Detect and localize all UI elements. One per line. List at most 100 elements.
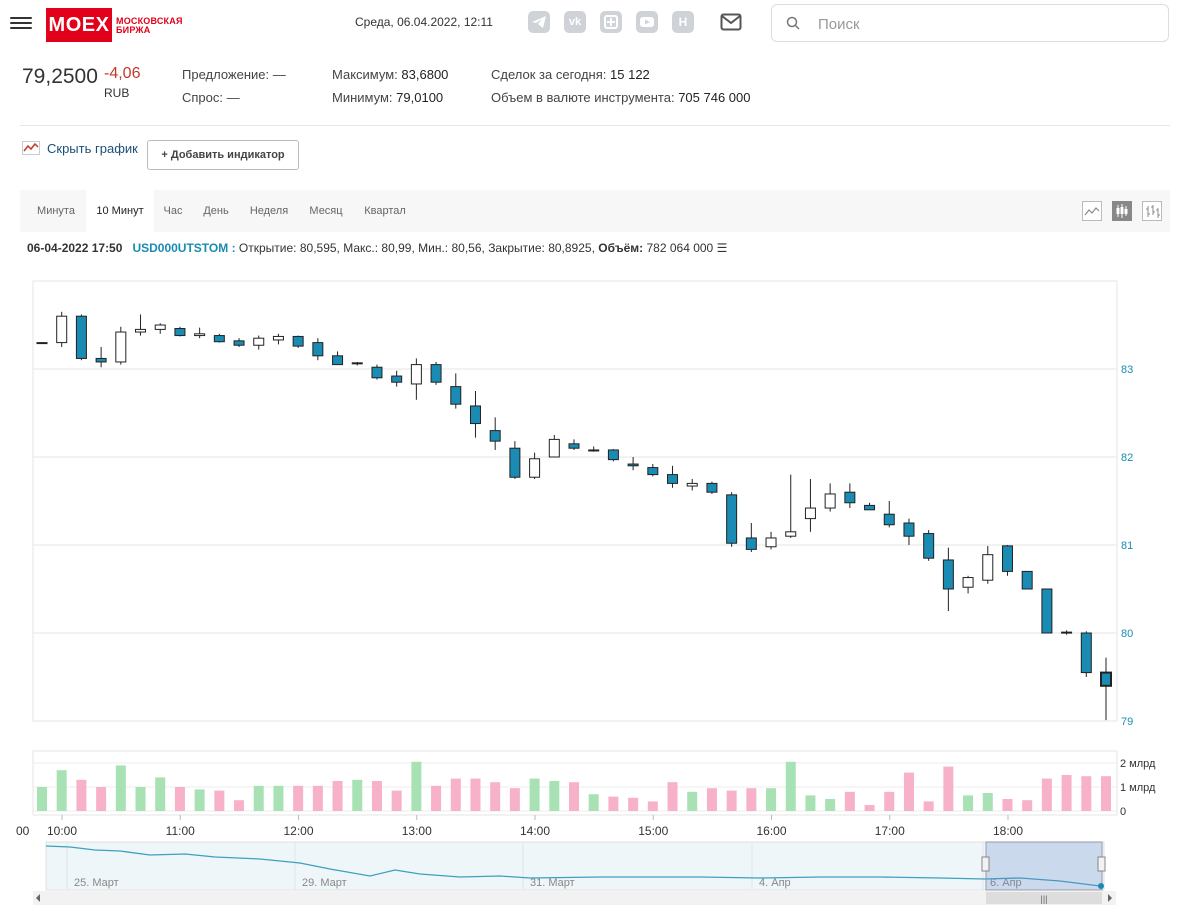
candle-body	[529, 458, 541, 478]
search-input[interactable]	[816, 13, 1140, 35]
y-tick-label: 82	[1121, 452, 1133, 464]
volume-bar	[56, 770, 67, 811]
candle-body	[923, 533, 935, 559]
candle-body	[233, 340, 245, 346]
candle	[292, 335, 304, 348]
tab-week[interactable]: Неделя	[246, 190, 292, 232]
telegram-icon[interactable]	[528, 11, 550, 33]
candle-body	[1021, 570, 1033, 590]
candle-body	[351, 362, 363, 365]
candle-body	[450, 386, 462, 405]
candle-body	[391, 375, 403, 383]
volume-bar	[766, 788, 777, 811]
candle-body	[824, 493, 836, 509]
navigator-end-dot	[1098, 883, 1104, 889]
mail-icon[interactable]	[720, 13, 742, 31]
volume-bar	[687, 791, 698, 811]
candle-body	[1100, 671, 1112, 687]
last-price: 79,2500	[22, 65, 98, 88]
offer-label: Предложение:	[182, 67, 270, 82]
ohlc-volume: 782 064 000	[646, 241, 714, 255]
volume-bar	[628, 797, 639, 811]
candle-body	[844, 491, 856, 504]
volume-bar	[391, 790, 402, 811]
navigator-date-label: 31. Март	[530, 877, 575, 889]
tab-hour[interactable]: Час	[160, 190, 186, 232]
price-chart[interactable]: 83828180792 млрд1 млрд000 10:00 11:00 12:00…	[0, 265, 1189, 913]
volume-bar	[371, 781, 382, 811]
candle-body	[765, 537, 777, 548]
ohlc-ticker: USD000UTSTOM :	[132, 241, 236, 255]
candle-body	[903, 522, 915, 537]
x-tick-label: 16:00	[756, 824, 786, 838]
max-value: 83,6800	[401, 67, 449, 82]
volume-bar	[1041, 778, 1052, 811]
volume-bar	[214, 790, 225, 811]
candlestick-chart-icon[interactable]	[1112, 201, 1132, 221]
y-tick-label: 79	[1121, 716, 1133, 728]
volume-bar	[982, 793, 993, 811]
volume-bar	[115, 765, 126, 811]
navigator-date-label: 29. Март	[302, 877, 347, 889]
volume-bar	[37, 787, 47, 811]
chart-icon	[22, 141, 40, 155]
volume-bar	[903, 772, 914, 811]
tab-month[interactable]: Месяц	[306, 190, 346, 232]
volume-bar	[706, 788, 717, 811]
candle-body	[36, 342, 48, 345]
volume-bar	[490, 782, 501, 811]
candle-body	[706, 482, 718, 493]
zen-icon[interactable]	[600, 11, 622, 33]
tab-day[interactable]: День	[200, 190, 232, 232]
tab-10-minutes[interactable]: 10 Минут	[86, 190, 154, 232]
volume-bar	[943, 766, 954, 811]
candle-body	[135, 328, 147, 333]
volume-bar	[805, 795, 816, 811]
divider	[20, 125, 1170, 126]
ohlc-high: Макс.: 80,99,	[343, 241, 415, 255]
navigator-handle-right[interactable]	[1097, 856, 1106, 872]
tab-quarter[interactable]: Квартал	[360, 190, 410, 232]
line-chart-icon[interactable]	[1082, 201, 1102, 221]
vk-icon[interactable]: vk	[564, 11, 586, 33]
volume-bar	[884, 791, 895, 811]
x-tick-label: 18:00	[993, 824, 1023, 838]
youtube-icon[interactable]	[636, 11, 658, 33]
price-change: -4,06	[104, 65, 141, 82]
tab-minute[interactable]: Минута	[30, 190, 82, 232]
volume-bar	[76, 779, 87, 811]
max-label: Максимум:	[332, 67, 398, 82]
ohlc-close: Закрытие: 80,8925,	[488, 241, 595, 255]
candle	[607, 449, 619, 462]
period-tabs: Минута 10 Минут Час День Неделя Месяц Кв…	[20, 190, 1170, 232]
navigator-handle-left[interactable]	[981, 856, 990, 872]
volume-bar	[1101, 776, 1111, 811]
volume-bar	[746, 788, 757, 811]
scrollbar-grip-icon: |||	[1040, 894, 1047, 904]
volume-bar	[431, 785, 442, 811]
volume-bar	[194, 789, 205, 811]
volume-value: 705 746 000	[678, 90, 751, 105]
volume-bar	[509, 788, 520, 811]
hide-chart-button[interactable]: Скрыть график	[22, 141, 138, 156]
volume-tick-label: 0	[1120, 806, 1126, 818]
menu-icon[interactable]	[10, 14, 32, 32]
candle	[923, 530, 935, 561]
deals-label: Сделок за сегодня:	[491, 67, 607, 82]
candle-body	[962, 577, 974, 588]
bar-chart-icon[interactable]	[1142, 201, 1162, 221]
candle-body	[489, 430, 501, 442]
x-tick-label: 13:00	[402, 824, 432, 838]
volume-bar	[293, 785, 304, 811]
ohlc-low: Мин.: 80,56,	[418, 241, 485, 255]
candle-body	[56, 315, 68, 344]
add-indicator-button[interactable]: + Добавить индикатор	[147, 140, 299, 170]
habr-icon[interactable]: H	[672, 11, 694, 33]
ohlc-open: Открытие: 80,595,	[238, 241, 340, 255]
candle-body	[174, 328, 186, 337]
candle	[115, 326, 127, 365]
menu-lines-icon: ☰	[716, 241, 728, 255]
currency: RUB	[104, 86, 130, 100]
moex-logo[interactable]: MOEX МОСКОВСКАЯ БИРЖА	[46, 8, 182, 42]
plus-icon: +	[161, 149, 171, 161]
